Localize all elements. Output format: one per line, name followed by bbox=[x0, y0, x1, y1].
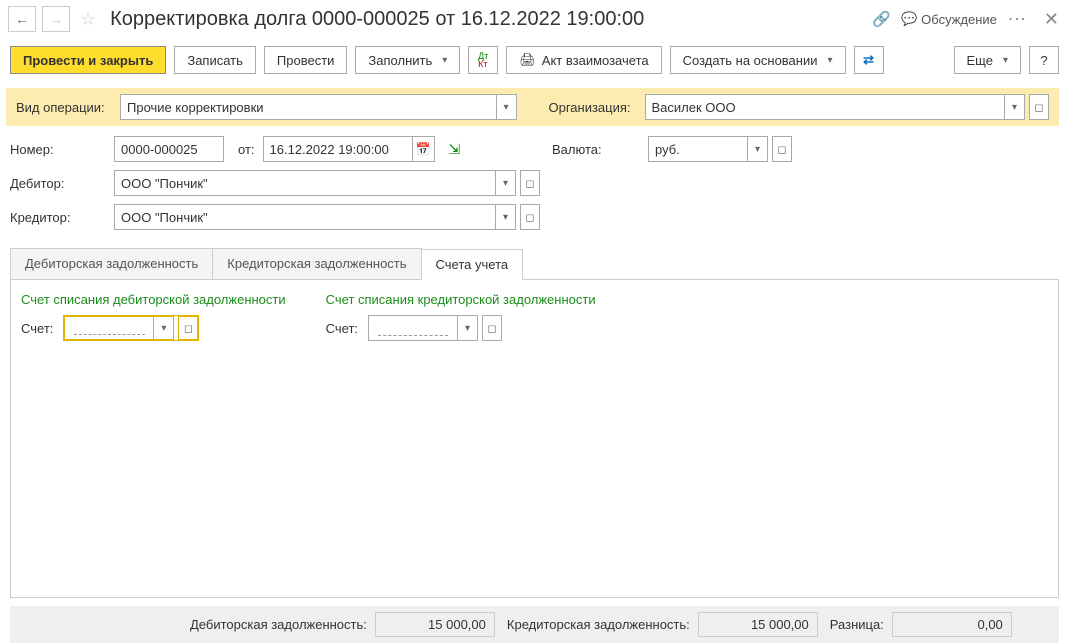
tab-credit[interactable]: Кредиторская задолженность bbox=[212, 248, 421, 279]
footer-diff-value: 0,00 bbox=[892, 612, 1012, 637]
org-select[interactable]: Василек ООО ▾ ◻ bbox=[645, 94, 1050, 120]
org-label: Организация: bbox=[549, 100, 637, 115]
currency-dropdown-icon[interactable]: ▾ bbox=[748, 136, 768, 162]
post-and-close-button[interactable]: Провести и закрыть bbox=[10, 46, 166, 74]
op-type-dropdown-icon[interactable]: ▾ bbox=[497, 94, 517, 120]
discuss-label: Обсуждение bbox=[921, 12, 997, 27]
dt-kt-icon: ДтКт bbox=[478, 52, 488, 68]
footer-diff-label: Разница: bbox=[830, 617, 884, 632]
debit-account-label: Счет: bbox=[21, 321, 53, 336]
nav-back-button[interactable]: ← bbox=[8, 6, 36, 32]
act-button[interactable]: 🖨 Акт взаимозачета bbox=[506, 46, 661, 74]
debitor-open-icon[interactable]: ◻ bbox=[520, 170, 540, 196]
chat-icon: 💬 bbox=[901, 11, 917, 27]
credit-account-open-icon[interactable]: ◻ bbox=[482, 315, 502, 341]
footer-debit-value: 15 000,00 bbox=[375, 612, 495, 637]
close-icon[interactable]: ✕ bbox=[1044, 9, 1059, 30]
dt-kt-button[interactable]: ДтКт bbox=[468, 46, 498, 74]
date-input[interactable]: 16.12.2022 19:00:00 bbox=[263, 136, 413, 162]
kebab-menu-icon[interactable]: ⋮ bbox=[1006, 10, 1027, 29]
org-dropdown-icon[interactable]: ▾ bbox=[1005, 94, 1025, 120]
act-label: Акт взаимозачета bbox=[542, 53, 649, 68]
creditor-dropdown-icon[interactable]: ▾ bbox=[496, 204, 516, 230]
org-value[interactable]: Василек ООО bbox=[645, 94, 1006, 120]
number-label: Номер: bbox=[10, 142, 106, 157]
tab-accounts[interactable]: Счета учета bbox=[421, 249, 524, 280]
print-icon: 🖨 bbox=[519, 52, 536, 68]
more-button[interactable]: Еще bbox=[954, 46, 1021, 74]
create-based-button[interactable]: Создать на основании bbox=[670, 46, 846, 74]
credit-account-title: Счет списания кредиторской задолженности bbox=[326, 292, 596, 307]
calendar-icon: 📅 bbox=[416, 142, 431, 156]
credit-account-dropdown-icon[interactable]: ▾ bbox=[458, 315, 478, 341]
footer-debit-label: Дебиторская задолженность: bbox=[190, 617, 367, 632]
debitor-label: Дебитор: bbox=[10, 176, 106, 191]
nav-forward-button[interactable]: → bbox=[42, 6, 70, 32]
creditor-open-icon[interactable]: ◻ bbox=[520, 204, 540, 230]
calendar-button[interactable]: 📅 bbox=[413, 136, 435, 162]
debitor-input[interactable]: ООО "Пончик" bbox=[114, 170, 496, 196]
from-label: от: bbox=[238, 142, 255, 157]
post-button[interactable]: Провести bbox=[264, 46, 348, 74]
help-button[interactable]: ? bbox=[1029, 46, 1059, 74]
swap-icon: ⇄ bbox=[863, 52, 874, 68]
link-icon[interactable]: 🔗 bbox=[872, 10, 891, 28]
discuss-button[interactable]: 💬 Обсуждение bbox=[901, 11, 997, 27]
debitor-dropdown-icon[interactable]: ▾ bbox=[496, 170, 516, 196]
page-title: Корректировка долга 0000-000025 от 16.12… bbox=[110, 8, 866, 31]
link-arrow-icon[interactable]: ⇲ bbox=[449, 141, 461, 158]
debit-account-open-icon[interactable]: ◻ bbox=[178, 316, 198, 340]
credit-account-label: Счет: bbox=[326, 321, 358, 336]
currency-open-icon[interactable]: ◻ bbox=[772, 136, 792, 162]
number-input[interactable]: 0000-000025 bbox=[114, 136, 224, 162]
op-type-label: Вид операции: bbox=[16, 100, 112, 115]
currency-input[interactable]: руб. bbox=[648, 136, 748, 162]
tab-debit[interactable]: Дебиторская задолженность bbox=[10, 248, 213, 279]
credit-account-input[interactable] bbox=[368, 315, 458, 341]
org-open-icon[interactable]: ◻ bbox=[1029, 94, 1049, 120]
save-button[interactable]: Записать bbox=[174, 46, 256, 74]
creditor-input[interactable]: ООО "Пончик" bbox=[114, 204, 496, 230]
debit-account-input[interactable] bbox=[64, 316, 154, 340]
op-type-select[interactable]: Прочие корректировки ▾ bbox=[120, 94, 517, 120]
swap-button[interactable]: ⇄ bbox=[854, 46, 884, 74]
creditor-label: Кредитор: bbox=[10, 210, 106, 225]
fill-button[interactable]: Заполнить bbox=[355, 46, 460, 74]
favorite-icon[interactable]: ☆ bbox=[80, 9, 96, 30]
op-type-value[interactable]: Прочие корректировки bbox=[120, 94, 497, 120]
footer-credit-value: 15 000,00 bbox=[698, 612, 818, 637]
currency-label: Валюта: bbox=[552, 142, 640, 157]
footer-credit-label: Кредиторская задолженность: bbox=[507, 617, 690, 632]
debit-account-dropdown-icon[interactable]: ▾ bbox=[154, 316, 174, 340]
debit-account-title: Счет списания дебиторской задолженности bbox=[21, 292, 286, 307]
